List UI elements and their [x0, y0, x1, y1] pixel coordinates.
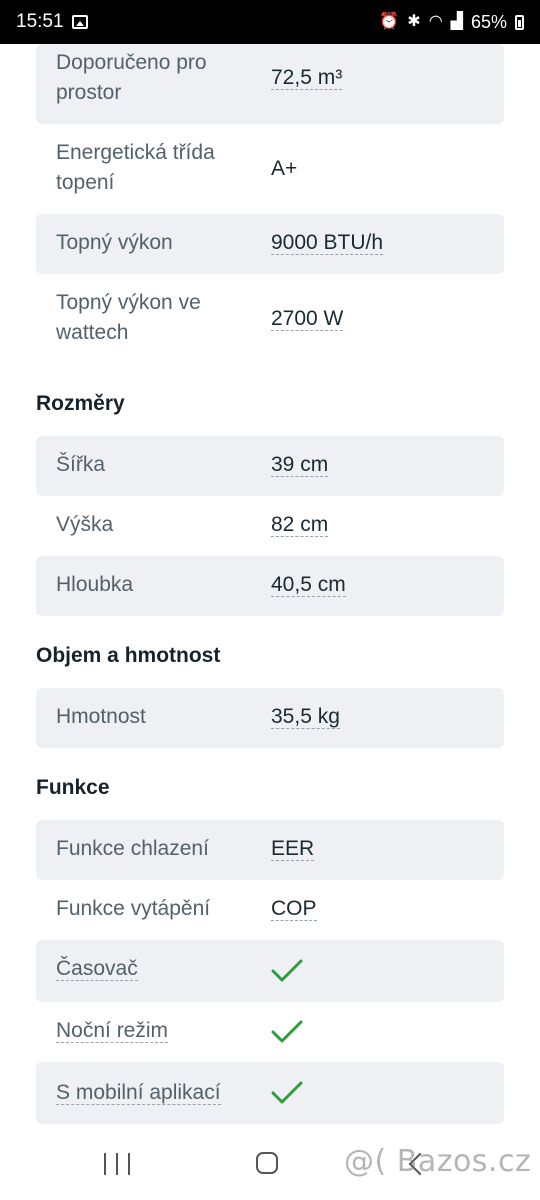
check-icon — [271, 1081, 303, 1104]
spec-label-nocni-rezim[interactable]: Noční režim — [56, 1019, 169, 1043]
status-time: 15:51 — [16, 11, 64, 32]
recent-apps-button[interactable] — [104, 1153, 130, 1175]
spec-value: A+ — [271, 157, 298, 180]
home-button[interactable] — [256, 1152, 278, 1174]
spec-value[interactable]: 9000 BTU/h — [271, 231, 384, 255]
spec-label: Šířka — [56, 453, 106, 476]
spec-label: Doporučeno pro prostor — [56, 51, 207, 104]
spec-value[interactable]: EER — [271, 837, 315, 861]
spec-label: Hloubka — [56, 573, 134, 596]
spec-label: Topný výkon — [56, 231, 173, 254]
spec-row: Časovač — [36, 940, 504, 1002]
check-icon — [271, 959, 303, 982]
spec-value[interactable]: 35,5 kg — [271, 705, 340, 729]
spec-row: Funkce chlazení EER — [36, 820, 504, 880]
section-title-funkce: Funkce — [36, 776, 110, 799]
spec-label: Funkce chlazení — [56, 837, 209, 860]
spec-label-casovac[interactable]: Časovač — [56, 957, 138, 981]
spec-value[interactable]: 40,5 cm — [271, 573, 346, 597]
spec-value[interactable]: 82 cm — [271, 513, 329, 537]
battery-icon — [515, 14, 524, 30]
spec-label: Topný výkon ve wattech — [56, 291, 201, 344]
bluetooth-icon: ✱ — [407, 13, 421, 30]
system-nav-bar: @( Bazos.cz — [0, 1130, 540, 1200]
spec-value[interactable]: 39 cm — [271, 453, 329, 477]
check-icon — [271, 1020, 303, 1043]
spec-row: Hloubka 40,5 cm — [36, 556, 504, 616]
spec-row: Hmotnost 35,5 kg — [36, 688, 504, 748]
section-title-objem: Objem a hmotnost — [36, 644, 221, 667]
spec-label: Funkce vytápění — [56, 897, 211, 920]
spec-row: Doporučeno pro prostor 72,5 m³ — [36, 44, 504, 124]
spec-row: Energetická třída topení A+ — [36, 124, 504, 214]
spec-value[interactable]: 2700 W — [271, 307, 344, 331]
battery-level: 65% — [470, 11, 507, 32]
spec-label: Energetická třída topení — [56, 141, 215, 194]
status-bar: 15:51 ⏰ ✱ ◠ ▟ 65% — [0, 0, 540, 44]
alarm-icon: ⏰ — [379, 13, 400, 30]
spec-value[interactable]: COP — [271, 897, 317, 921]
spec-row: Topný výkon ve wattech 2700 W — [36, 274, 504, 364]
spec-label: Hmotnost — [56, 705, 146, 728]
spec-row: Šířka 39 cm — [36, 436, 504, 496]
spec-row: Funkce vytápění COP — [36, 880, 504, 940]
section-title-rozmery: Rozměry — [36, 392, 125, 415]
spec-row: Výška 82 cm — [36, 496, 504, 556]
spec-row: Topný výkon 9000 BTU/h — [36, 214, 504, 274]
wifi-icon: ◠ — [428, 13, 443, 30]
signal-icon: ▟ — [450, 13, 463, 30]
watermark: @( Bazos.cz — [344, 1144, 532, 1179]
spec-label-mobilni-aplikace[interactable]: S mobilní aplikací — [56, 1081, 221, 1105]
spec-value[interactable]: 72,5 m³ — [271, 66, 343, 90]
spec-row: S mobilní aplikací — [36, 1062, 504, 1124]
gallery-icon — [71, 15, 88, 29]
status-icons: ⏰ ✱ ◠ ▟ 65% — [379, 12, 524, 33]
spec-row: Noční režim — [36, 1002, 504, 1062]
spec-label: Výška — [56, 513, 114, 536]
